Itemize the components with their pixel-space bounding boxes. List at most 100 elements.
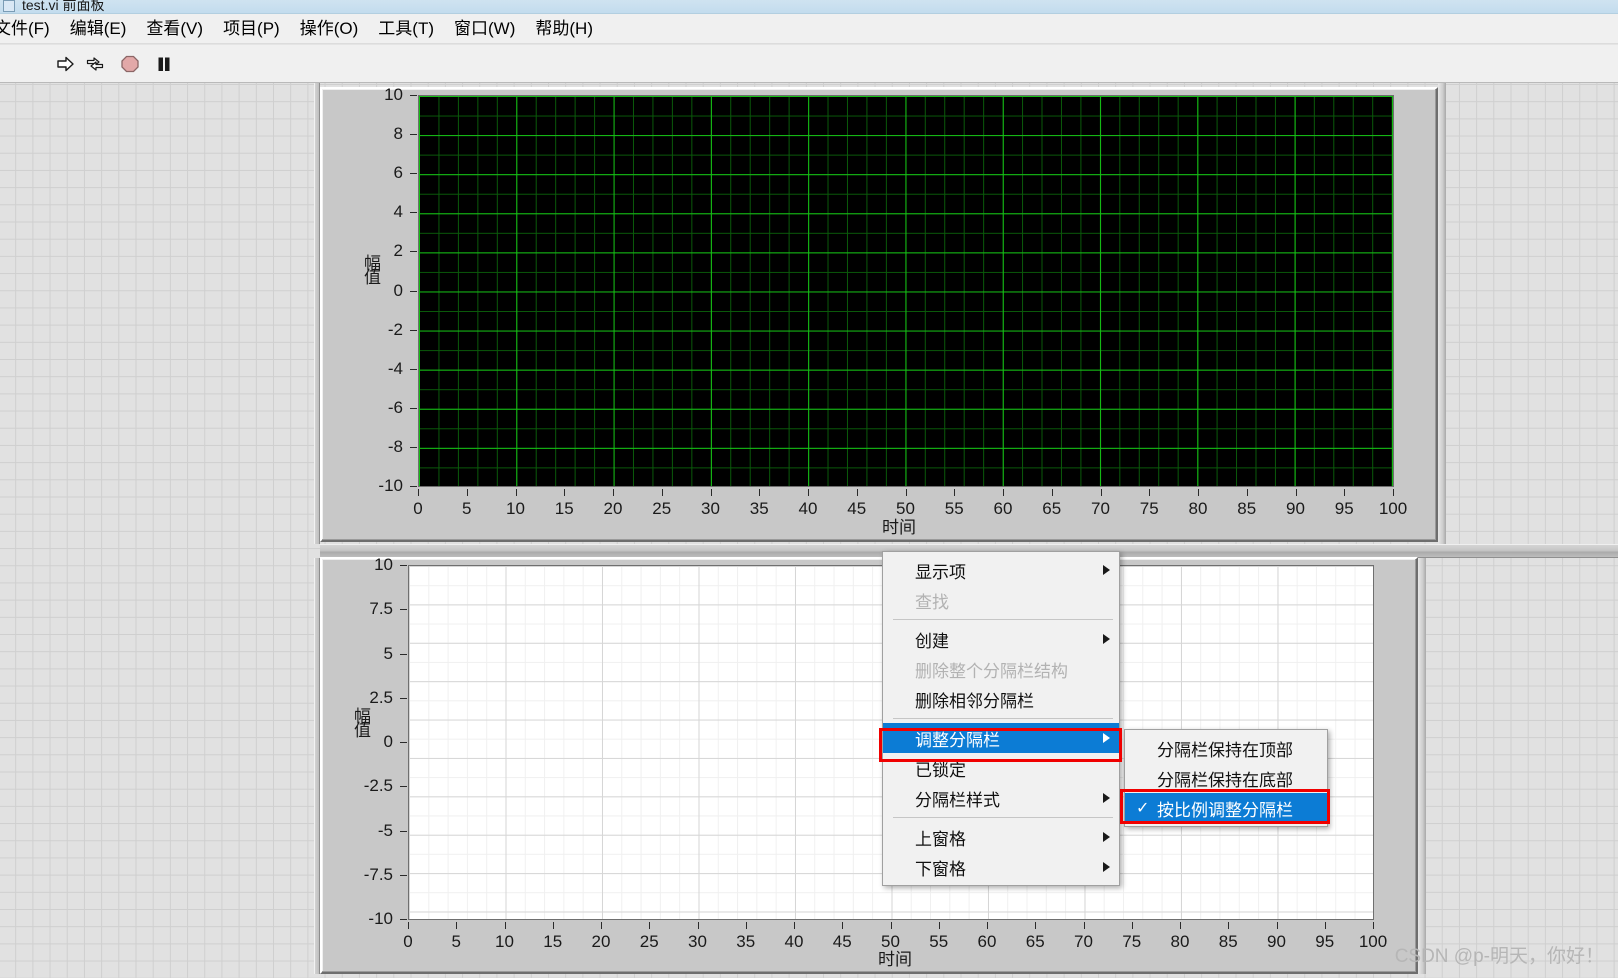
x-tick-mark — [1100, 489, 1102, 496]
y-tick-mark — [400, 786, 407, 788]
pane-right-edge-top — [1438, 83, 1446, 544]
y-tick-mark — [410, 368, 417, 370]
ctx-remove-adjacent-splitter[interactable]: 删除相邻分隔栏 — [883, 684, 1119, 714]
y-tick-label: 5 — [383, 643, 393, 663]
x-tick-mark — [1324, 922, 1326, 929]
context-menu[interactable]: 显示项 查找 创建 删除整个分隔栏结构 删除相邻分隔栏 调整分隔栏 已锁定 分隔栏样式 上窗格下… — [882, 551, 1120, 886]
menu-tools[interactable]: 工具(T) — [368, 17, 444, 41]
menu-item-label: 删除整个分隔栏结构 — [915, 661, 1068, 681]
menu-window[interactable]: 窗口(W) — [444, 17, 525, 41]
x-tick-label: 100 — [1378, 499, 1408, 518]
menu-edit[interactable]: 编辑(E) — [60, 17, 137, 41]
menu-help[interactable]: 帮助(H) — [525, 17, 603, 41]
menu-operate[interactable]: 操作(O) — [290, 17, 369, 41]
x-tick-label: 5 — [462, 499, 472, 518]
ctx-splitter-style[interactable]: 分隔栏样式 — [883, 783, 1119, 813]
x-tick-mark — [552, 922, 554, 929]
x-tick-mark — [905, 489, 907, 496]
major-gridlines-top — [419, 96, 1393, 486]
y-tick-mark — [400, 830, 407, 832]
x-tick-mark — [418, 489, 419, 496]
ctx-splitter-scales-proportionally[interactable]: ✓ 按比例调整分隔栏 — [1125, 793, 1327, 823]
toolbar: 24pt 应用程序字体 ▼ ▼ — [0, 45, 1618, 127]
x-tick-label: 10 — [495, 932, 514, 951]
x-tick-label: 60 — [993, 499, 1013, 518]
x-tick-mark — [987, 922, 988, 929]
menu-project[interactable]: 项目(P) — [213, 17, 290, 41]
y-tick-label: -7.5 — [363, 864, 393, 884]
plot-area-top[interactable] — [418, 95, 1394, 487]
waveform-chart-top[interactable]: 幅值 10 8 6 4 2 0 -2 -4 -6 -8 -10 0 5 10 15 20 25 30 35 40 45… — [320, 85, 1438, 542]
y-tick-mark — [410, 446, 417, 448]
y-tick-label: 2 — [393, 241, 403, 261]
x-tick-mark — [1083, 922, 1085, 929]
x-tick-label: 85 — [1237, 499, 1257, 518]
x-tick-mark — [710, 489, 712, 496]
x-tick-label: 90 — [1286, 499, 1305, 518]
ctx-create[interactable]: 创建 — [883, 624, 1119, 654]
menu-item-label: 上窗格 — [915, 829, 966, 849]
ctx-splitter-resizing[interactable]: 调整分隔栏 — [883, 723, 1119, 753]
x-tick-label: 85 — [1218, 932, 1238, 951]
x-tick-mark — [954, 489, 956, 496]
x-tick-label: 75 — [1122, 932, 1142, 951]
x-tick-label: 0 — [403, 932, 413, 951]
x-tick-mark — [1180, 922, 1181, 929]
submenu-arrow-icon — [1103, 565, 1110, 575]
menu-view[interactable]: 查看(V) — [136, 17, 213, 41]
x-tick-label: 30 — [701, 499, 720, 518]
x-tick-mark — [890, 922, 892, 929]
x-tick-mark — [564, 489, 566, 496]
front-panel-canvas[interactable]: 幅值 10 8 6 4 2 0 -2 -4 -6 -8 -10 0 5 10 15 20 25 30 35 40 45… — [0, 83, 1618, 978]
x-tick-mark — [1149, 489, 1151, 496]
x-tick-label: 80 — [1188, 499, 1208, 518]
x-tick-label: 40 — [784, 932, 804, 951]
x-tick-mark — [408, 922, 409, 929]
x-tick-mark — [601, 922, 602, 929]
y-tick-label: 2.5 — [369, 687, 393, 707]
abort-execution-icon[interactable] — [118, 52, 142, 76]
x-axis-title-bottom: 时间 — [878, 950, 912, 969]
ctx-locked[interactable]: 已锁定 — [883, 753, 1119, 783]
y-axis-title-bottom: 幅值 — [351, 707, 370, 735]
pane-left-edge-bottom — [314, 558, 320, 974]
ctx-top-pane[interactable]: 上窗格 — [883, 822, 1119, 852]
x-tick-label: 20 — [591, 932, 611, 951]
x-tick-label: 55 — [944, 499, 964, 518]
menu-separator — [893, 718, 1113, 719]
y-tick-label: 6 — [393, 163, 403, 183]
ctx-splitter-sticks-top[interactable]: 分隔栏保持在顶部 — [1125, 733, 1327, 763]
window-titlebar: test.vi 前面板 — [0, 0, 1618, 14]
x-tick-label: 0 — [413, 499, 423, 518]
y-tick-mark — [410, 329, 417, 331]
x-tick-mark — [504, 922, 506, 929]
context-submenu[interactable]: 分隔栏保持在顶部分隔栏保持在底部 ✓ 按比例调整分隔栏 — [1124, 729, 1328, 827]
run-arrow-icon[interactable] — [53, 52, 77, 76]
pause-icon[interactable] — [152, 52, 176, 76]
ctx-bottom-pane[interactable]: 下窗格 — [883, 852, 1119, 882]
pane-right-edge-bottom — [1418, 558, 1426, 974]
submenu-arrow-icon — [1103, 793, 1110, 803]
ctx-splitter-sticks-bottom[interactable]: 分隔栏保持在底部 — [1125, 763, 1327, 793]
x-tick-label: 5 — [451, 932, 461, 951]
y-tick-mark — [410, 251, 417, 253]
x-tick-mark — [745, 922, 747, 929]
x-tick-label: 80 — [1170, 932, 1190, 951]
y-tick-mark — [400, 919, 407, 920]
menu-file[interactable]: 文件(F) — [0, 17, 60, 41]
labview-front-panel-window: test.vi 前面板 文件(F) 编辑(E) 查看(V) 项目(P) 操作(O… — [0, 0, 1618, 978]
menu-item-label: 下窗格 — [915, 859, 966, 879]
menu-item-label: 分隔栏保持在底部 — [1157, 770, 1293, 790]
ctx-visible-items[interactable]: 显示项 — [883, 555, 1119, 585]
window-title: test.vi 前面板 — [22, 0, 105, 13]
submenu-arrow-icon — [1103, 862, 1110, 872]
y-tick-label: -8 — [387, 436, 403, 456]
y-tick-label: 0 — [383, 732, 393, 751]
x-tick-mark — [649, 922, 651, 929]
x-tick-label: 40 — [798, 499, 818, 518]
submenu-arrow-icon — [1103, 634, 1110, 644]
menu-bar: 文件(F) 编辑(E) 查看(V) 项目(P) 操作(O) 工具(T) 窗口(W… — [0, 14, 1618, 44]
x-tick-label: 70 — [1074, 932, 1093, 951]
run-continuously-icon[interactable] — [83, 52, 107, 76]
x-tick-label: 15 — [554, 499, 574, 518]
